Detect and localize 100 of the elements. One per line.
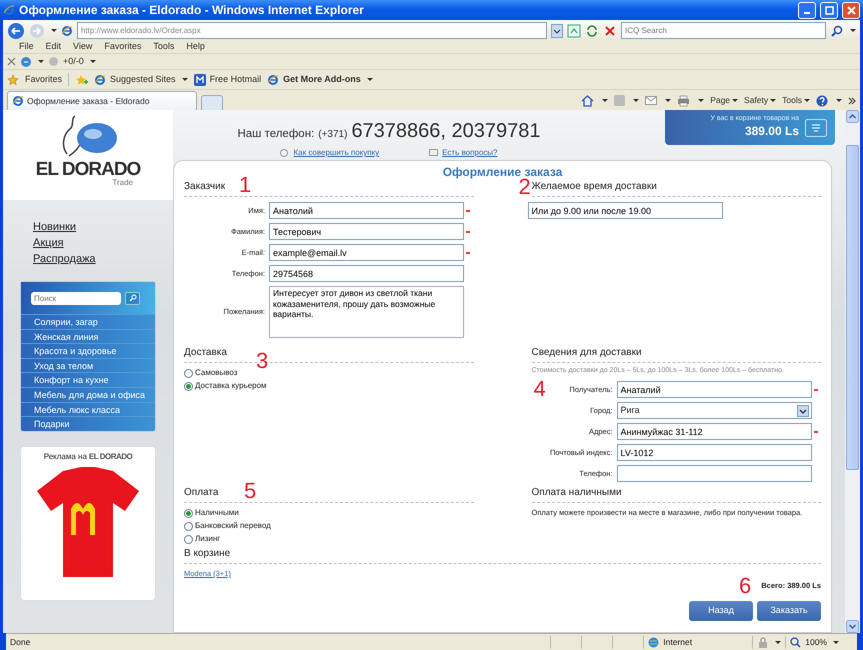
browser-tab[interactable]: Оформление заказа - Eldorado xyxy=(7,91,197,110)
home-icon[interactable] xyxy=(581,94,594,107)
address-field[interactable]: http://www.eldorado.lv/Order.aspx xyxy=(77,22,547,39)
logo-text: EL DORADO xyxy=(36,160,140,179)
favorites-link[interactable]: Suggested Sites xyxy=(110,72,176,86)
radio-label[interactable]: Доставка курьером xyxy=(195,381,267,391)
help-link[interactable]: Есть вопросы? xyxy=(442,147,498,159)
input-field[interactable]: LV-1012 xyxy=(616,444,812,461)
radio-button[interactable] xyxy=(184,508,193,518)
zoom-level[interactable]: 100% xyxy=(805,636,827,648)
mail-icon[interactable] xyxy=(645,96,658,106)
menu-item[interactable]: File xyxy=(19,40,34,54)
caret-icon[interactable] xyxy=(775,640,782,644)
category-item[interactable]: Солярии, загар xyxy=(21,314,155,329)
radio-button[interactable] xyxy=(184,382,193,390)
caret-icon[interactable] xyxy=(665,99,672,102)
radio-button[interactable] xyxy=(184,534,193,544)
annotation-number: 5 xyxy=(244,480,256,502)
command-menu[interactable]: Tools xyxy=(782,94,802,107)
caret-icon[interactable] xyxy=(804,99,810,102)
caret-icon[interactable] xyxy=(366,78,373,81)
protected-mode-icon[interactable] xyxy=(757,636,770,648)
add-favorite-icon[interactable] xyxy=(75,74,88,86)
category-item[interactable]: Женская линия xyxy=(21,328,155,344)
input-field[interactable]: example@email.lv xyxy=(269,244,464,261)
close-icon[interactable] xyxy=(7,57,16,66)
section-heading: Доставка xyxy=(184,347,227,358)
chevron-icon[interactable] xyxy=(848,96,856,105)
required-mark xyxy=(814,430,818,432)
ad-brand: EL DORADO xyxy=(88,450,132,463)
menu-item[interactable]: Help xyxy=(186,40,205,54)
comment-field[interactable]: Интересует этот дивон из светлой ткани кожазаменителя, прошу дать возможные варианты. xyxy=(269,286,464,338)
search-field[interactable]: Поиск xyxy=(31,292,121,304)
favorites-button[interactable]: Favorites xyxy=(25,72,62,86)
caret-icon[interactable] xyxy=(633,99,640,102)
close-button[interactable] xyxy=(842,2,860,18)
input-field[interactable]: Анинмуйжас 31-112 xyxy=(616,423,812,440)
caret-icon[interactable] xyxy=(850,29,856,32)
back-button[interactable] xyxy=(7,22,25,40)
radio-label[interactable]: Лизинг xyxy=(195,534,220,544)
refresh-icon[interactable] xyxy=(585,24,599,38)
caret-icon[interactable] xyxy=(836,99,842,102)
sidebar-link[interactable]: Акция xyxy=(33,236,64,251)
sidebar-link[interactable]: Распродажа xyxy=(33,252,96,267)
annotation-number: 1 xyxy=(239,174,252,196)
search-field[interactable]: ICQ Search xyxy=(621,22,826,39)
delivery-time-field[interactable]: Или до 9.00 или после 19.00 xyxy=(528,202,722,219)
city-dropdown[interactable]: Рига xyxy=(616,402,812,419)
help-link[interactable]: Как совершить покупку xyxy=(293,147,380,159)
input-field[interactable] xyxy=(616,465,812,482)
favorites-link[interactable]: Free Hotmail xyxy=(210,72,262,86)
scroll-down-icon[interactable] xyxy=(846,620,859,633)
caret-icon[interactable] xyxy=(833,640,839,644)
input-field[interactable]: Тестерович xyxy=(269,223,464,240)
caret-icon[interactable] xyxy=(602,99,608,102)
scroll-up-icon[interactable] xyxy=(846,110,859,123)
order-button[interactable]: Заказать xyxy=(757,601,821,621)
ad-caption: Реклама на xyxy=(44,450,87,463)
caret-icon[interactable] xyxy=(770,99,776,102)
search-icon[interactable] xyxy=(830,24,844,38)
radio-label[interactable]: Банковский перевод xyxy=(195,521,271,531)
zoom-icon[interactable] xyxy=(790,636,802,648)
star-icon[interactable] xyxy=(7,74,19,86)
minimize-button[interactable] xyxy=(798,2,816,18)
cart-icon[interactable] xyxy=(805,118,827,136)
caret-icon[interactable] xyxy=(38,60,44,63)
sidebar-link[interactable]: Новинки xyxy=(33,220,76,235)
favorites-link[interactable]: Get More Add-ons xyxy=(283,72,361,86)
category-item[interactable]: Подарки xyxy=(21,416,155,431)
caret-icon[interactable] xyxy=(182,78,188,81)
caret-icon[interactable] xyxy=(51,29,57,32)
search-button[interactable] xyxy=(125,292,140,304)
input-field[interactable]: Анаталий xyxy=(616,381,812,398)
radio-label[interactable]: Самовывоз xyxy=(195,368,238,378)
menu-item[interactable]: Tools xyxy=(153,40,174,54)
menu-item[interactable]: Favorites xyxy=(104,40,142,54)
ie-icon xyxy=(3,4,15,16)
maximize-button[interactable] xyxy=(820,2,838,18)
caret-icon[interactable] xyxy=(90,60,96,63)
help-icon[interactable] xyxy=(816,94,828,107)
category-item[interactable]: Мебель люкс класса xyxy=(21,402,155,416)
radio-label[interactable]: Наличными xyxy=(195,508,239,518)
category-item[interactable]: Мебель для дома и офиса xyxy=(21,386,155,402)
input-field[interactable]: Анатолий xyxy=(269,202,464,219)
menu-item[interactable]: Edit xyxy=(46,40,62,54)
caret-icon[interactable] xyxy=(732,99,738,102)
back-button[interactable]: Назад xyxy=(689,601,753,621)
radio-button[interactable] xyxy=(184,522,193,530)
input-field[interactable]: 29754568 xyxy=(269,265,464,282)
print-icon[interactable] xyxy=(677,94,690,107)
category-item[interactable]: Конфорт на кухне xyxy=(21,372,155,387)
category-item[interactable]: Красота и здоровье xyxy=(21,343,155,358)
command-menu[interactable]: Safety xyxy=(744,94,768,107)
command-menu[interactable]: Page xyxy=(710,94,730,107)
radio-button[interactable] xyxy=(184,368,193,378)
category-item[interactable]: Уход за телом xyxy=(21,358,155,372)
caret-icon[interactable] xyxy=(698,99,704,102)
scrollbar-thumb[interactable] xyxy=(846,145,859,470)
menu-item[interactable]: View xyxy=(73,40,92,54)
stop-icon[interactable] xyxy=(603,24,617,38)
